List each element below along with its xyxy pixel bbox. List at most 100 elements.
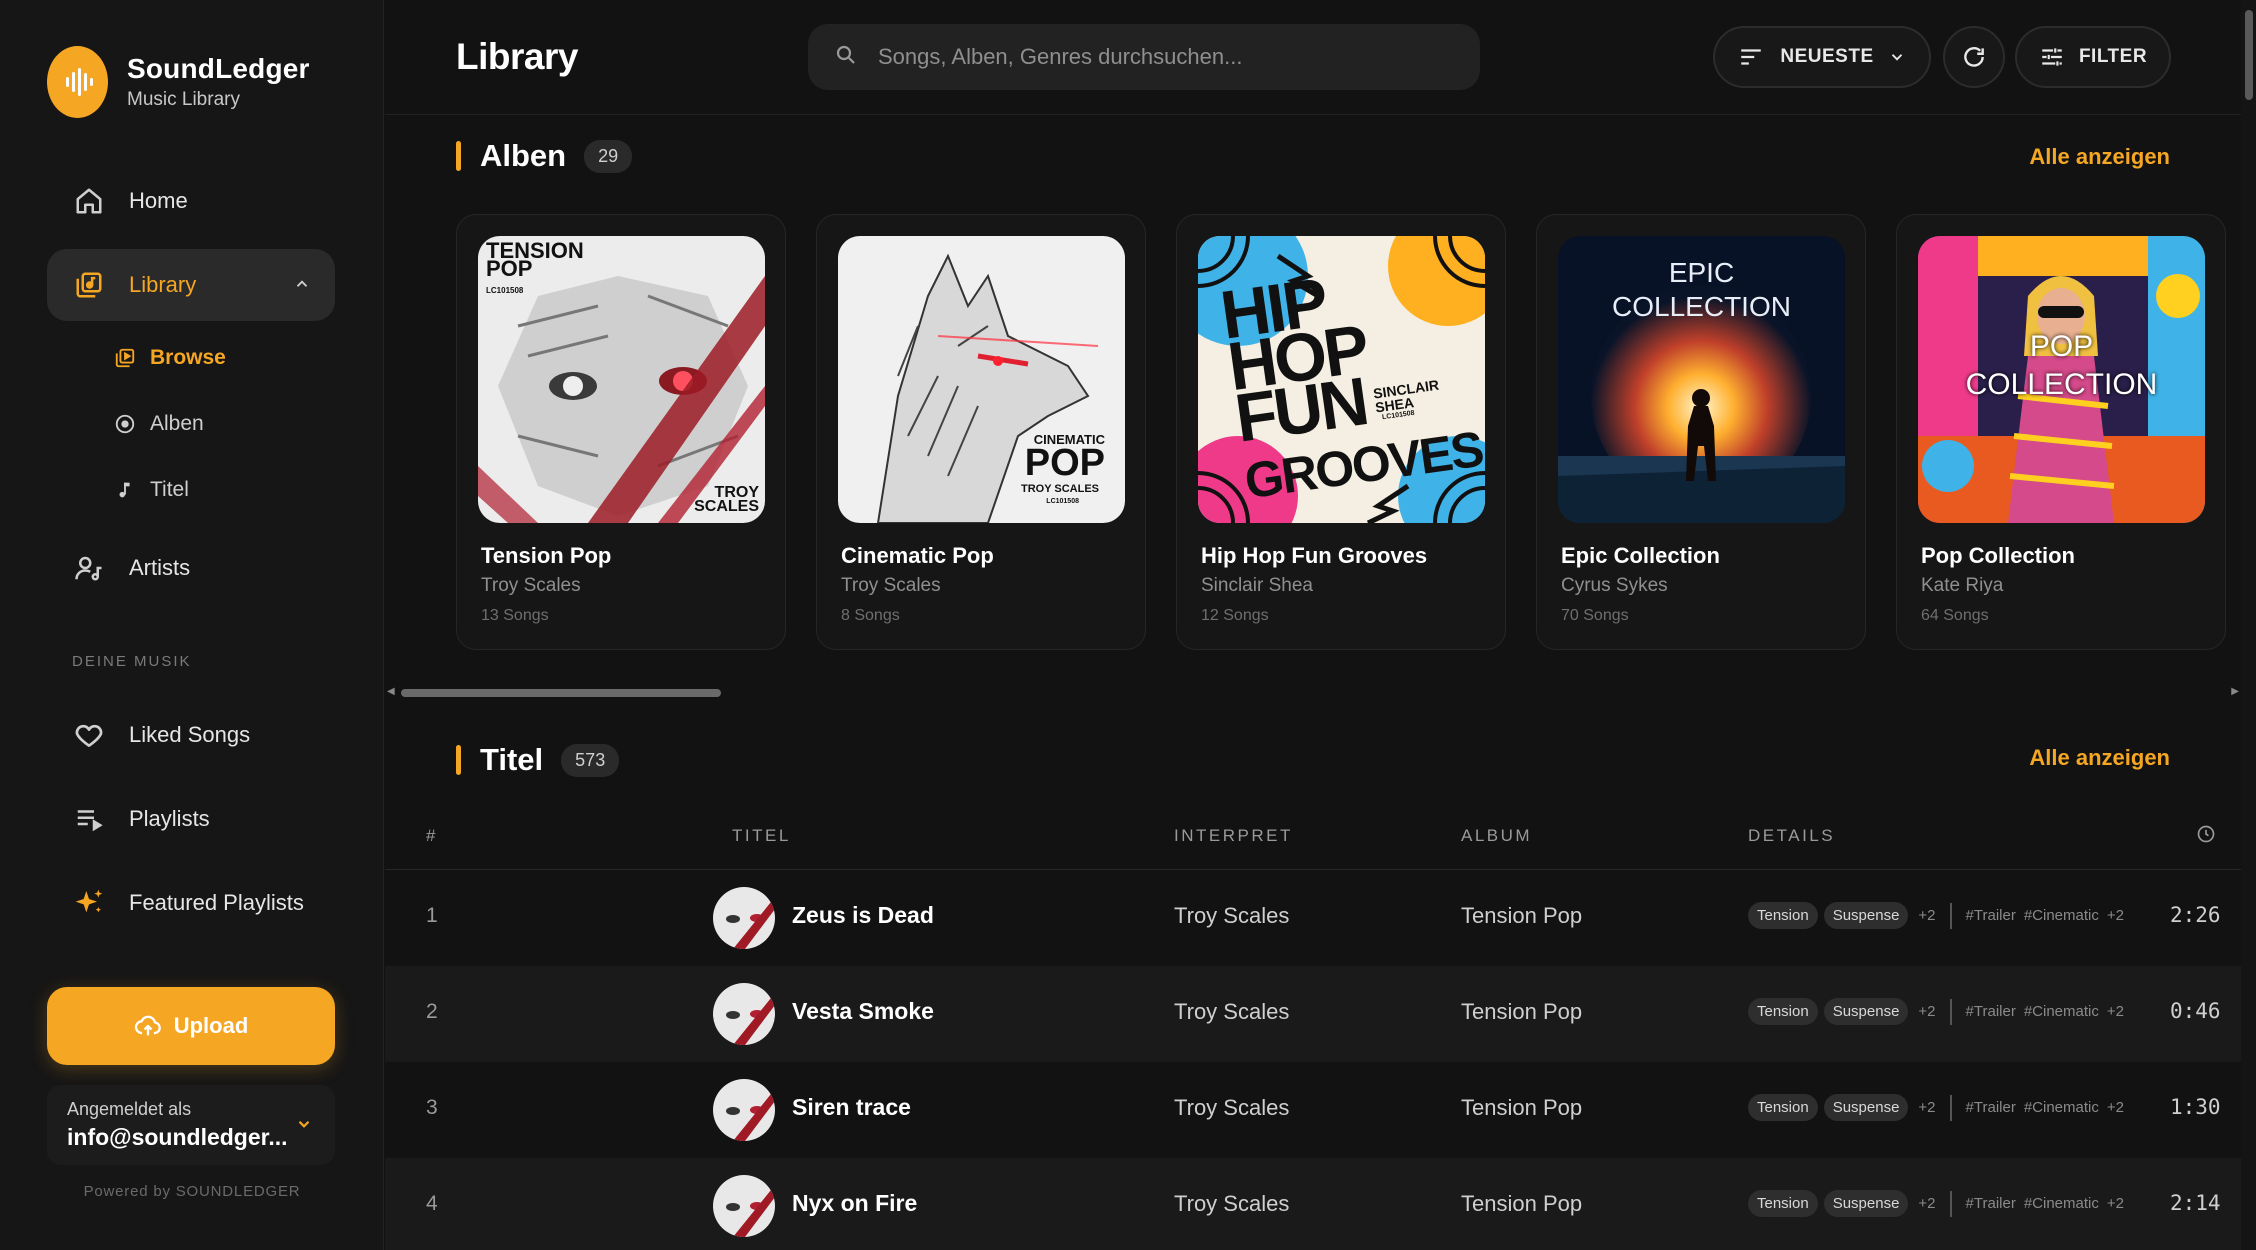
- search-icon: [834, 43, 858, 72]
- table-row[interactable]: 2 Vesta Smoke Troy Scales Tension Pop Te…: [385, 966, 2241, 1062]
- album-artist[interactable]: Troy Scales: [481, 575, 581, 597]
- column-header-details[interactable]: DETAILS: [1748, 826, 1835, 846]
- scroll-left-arrow-icon[interactable]: ◀: [387, 686, 395, 697]
- album-title: Tension Pop: [481, 543, 612, 568]
- track-album[interactable]: Tension Pop: [1461, 1191, 1582, 1217]
- album-artist[interactable]: Cyrus Sykes: [1561, 575, 1668, 597]
- hashtag[interactable]: #Trailer: [1966, 907, 2016, 924]
- mood-tag[interactable]: Suspense: [1823, 1094, 1909, 1121]
- divider: [1949, 1190, 1952, 1217]
- album-artist[interactable]: Troy Scales: [841, 575, 941, 597]
- main-content: Library NEUESTE FILTER Alben 29 Alle anz…: [385, 0, 2256, 1250]
- albums-horizontal-scrollbar[interactable]: ◀ ▶: [385, 686, 2241, 700]
- track-artist[interactable]: Troy Scales: [1174, 999, 1289, 1025]
- track-album[interactable]: Tension Pop: [1461, 1095, 1582, 1121]
- mood-tag[interactable]: Tension: [1748, 902, 1818, 929]
- nav-artists-label: Artists: [129, 555, 191, 580]
- nav-browse-label: Browse: [150, 346, 226, 369]
- mood-tag[interactable]: Tension: [1748, 1190, 1818, 1217]
- hashtag[interactable]: #Trailer: [1966, 1003, 2016, 1020]
- hashtag[interactable]: #Cinematic: [2024, 1195, 2099, 1212]
- album-card[interactable]: CINEMATIC POP TROY SCALES LC101508 Cinem…: [816, 214, 1146, 650]
- account-menu[interactable]: Angemeldet als info@soundledger...: [47, 1085, 335, 1165]
- nav-titles[interactable]: Titel: [112, 470, 189, 510]
- column-header-title[interactable]: TITEL: [732, 826, 791, 846]
- hashtag[interactable]: #Trailer: [1966, 1195, 2016, 1212]
- column-header-artist[interactable]: INTERPRET: [1174, 826, 1293, 846]
- nav-liked-songs[interactable]: Liked Songs: [47, 699, 335, 771]
- mood-tag[interactable]: Tension: [1748, 1094, 1818, 1121]
- hashtag[interactable]: #Trailer: [1966, 1099, 2016, 1116]
- heart-icon: [73, 719, 105, 751]
- brand[interactable]: SoundLedger Music Library: [47, 46, 310, 118]
- album-song-count: 12 Songs: [1201, 607, 1269, 624]
- mood-tag[interactable]: Suspense: [1823, 902, 1909, 929]
- track-artist[interactable]: Troy Scales: [1174, 1191, 1289, 1217]
- album-card[interactable]: POP COLLECTION Pop Collection Kate Riya 6…: [1896, 214, 2226, 650]
- chevron-down-icon[interactable]: [295, 1115, 313, 1138]
- table-row[interactable]: 3 Siren trace Troy Scales Tension Pop Te…: [385, 1062, 2241, 1158]
- column-header-number[interactable]: #: [426, 826, 438, 846]
- nav-browse[interactable]: Browse: [112, 338, 226, 378]
- albums-count-badge: 29: [584, 139, 633, 173]
- filter-button[interactable]: FILTER: [2015, 26, 2171, 88]
- sort-dropdown[interactable]: NEUESTE: [1713, 26, 1931, 88]
- hashtag[interactable]: #Cinematic: [2024, 1003, 2099, 1020]
- scrollbar-thumb[interactable]: [2245, 10, 2253, 100]
- album-artist[interactable]: Sinclair Shea: [1201, 575, 1313, 597]
- hashtag[interactable]: #Cinematic: [2024, 1099, 2099, 1116]
- search-input[interactable]: [878, 44, 1438, 70]
- nav-titles-label: Titel: [150, 478, 189, 501]
- tracks-see-all-link[interactable]: Alle anzeigen: [2029, 745, 2170, 771]
- nav-albums[interactable]: Alben: [112, 404, 204, 444]
- album-artist[interactable]: Kate Riya: [1921, 575, 2003, 597]
- scroll-right-arrow-icon[interactable]: ▶: [2231, 686, 2239, 697]
- more-hashtags-count: +2: [2106, 1099, 2124, 1116]
- track-artist[interactable]: Troy Scales: [1174, 1095, 1289, 1121]
- nav-featured-playlists[interactable]: Featured Playlists: [47, 867, 335, 939]
- nav-home[interactable]: Home: [47, 165, 335, 237]
- browse-icon: [112, 345, 138, 371]
- hashtag[interactable]: #Cinematic: [2024, 907, 2099, 924]
- track-details: Tension Suspense +2 #Trailer #Cinematic …: [1748, 998, 2132, 1025]
- clock-icon[interactable]: [2196, 824, 2216, 849]
- albums-section-title: Alben: [480, 138, 567, 173]
- column-header-album[interactable]: ALBUM: [1461, 826, 1532, 846]
- album-cover: CINEMATIC POP TROY SCALES LC101508: [838, 236, 1125, 523]
- album-card[interactable]: EPIC COLLECTION Epic Collection Cyrus Syk…: [1536, 214, 1866, 650]
- albums-see-all-link[interactable]: Alle anzeigen: [2029, 144, 2170, 170]
- album-card[interactable]: HIP HOP FUN GROOVES SINCLAIR SHEA LC101508 …: [1176, 214, 1506, 650]
- sidebar: SoundLedger Music Library Home Library B…: [0, 0, 384, 1250]
- table-row[interactable]: 1 Zeus is Dead Troy Scales Tension Pop T…: [385, 870, 2241, 966]
- track-cover-thumbnail: [713, 1079, 775, 1141]
- search-box[interactable]: [808, 24, 1480, 90]
- vertical-scrollbar[interactable]: [2241, 0, 2256, 1250]
- table-row[interactable]: 4 Nyx on Fire Troy Scales Tension Pop Te…: [385, 1158, 2241, 1250]
- mood-tag[interactable]: Suspense: [1823, 1190, 1909, 1217]
- track-number: 1: [426, 904, 438, 927]
- scrollbar-thumb[interactable]: [401, 689, 721, 697]
- nav-liked-label: Liked Songs: [129, 722, 251, 747]
- refresh-button[interactable]: [1943, 26, 2005, 88]
- track-album[interactable]: Tension Pop: [1461, 999, 1582, 1025]
- mood-tag[interactable]: Tension: [1748, 998, 1818, 1025]
- chevron-down-icon: [1888, 48, 1906, 66]
- track-album[interactable]: Tension Pop: [1461, 903, 1582, 929]
- upload-button[interactable]: Upload: [47, 987, 335, 1065]
- nav-playlists[interactable]: Playlists: [47, 783, 335, 855]
- chevron-up-icon[interactable]: [293, 273, 311, 299]
- album-title: Epic Collection: [1561, 543, 1720, 568]
- track-artist[interactable]: Troy Scales: [1174, 903, 1289, 929]
- album-card[interactable]: TENSION POP LC101508 TROY SCALES Tension P…: [456, 214, 786, 650]
- page-title: Library: [456, 36, 578, 77]
- mood-tag[interactable]: Suspense: [1823, 998, 1909, 1025]
- upload-label: Upload: [173, 1013, 249, 1038]
- brand-subtitle: Music Library: [127, 89, 240, 110]
- nav-playlists-label: Playlists: [129, 806, 210, 831]
- nav-albums-label: Alben: [150, 412, 204, 435]
- nav-artists[interactable]: Artists: [47, 532, 335, 604]
- nav-library[interactable]: Library: [47, 249, 335, 321]
- album-cover: POP COLLECTION: [1918, 236, 2205, 523]
- section-label-your-music: DEINE MUSIK: [72, 653, 192, 670]
- top-bar: Library NEUESTE FILTER: [385, 0, 2241, 115]
